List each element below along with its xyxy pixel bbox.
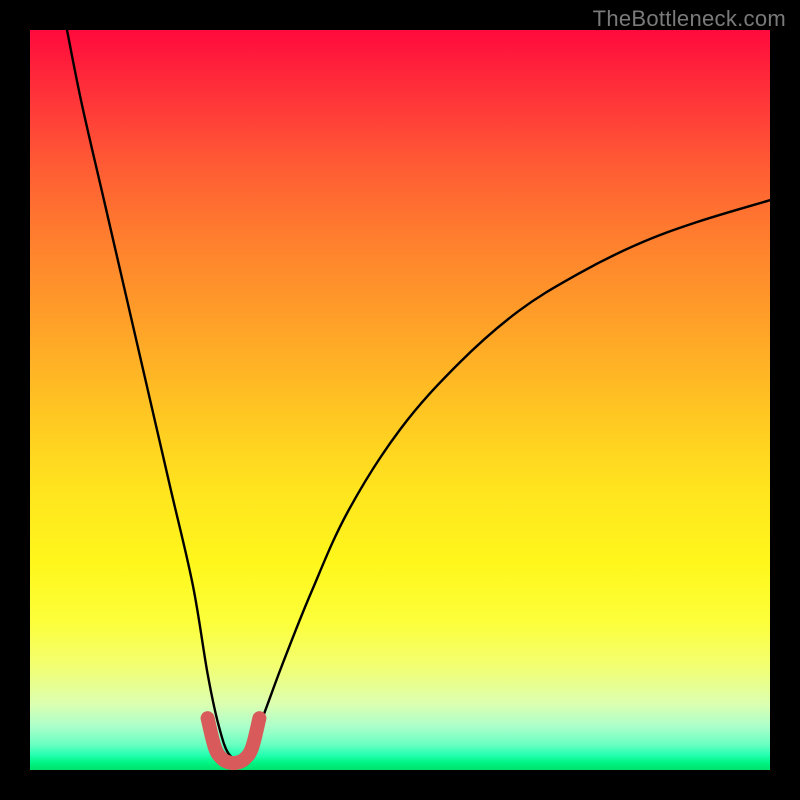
bottleneck-curve <box>67 30 770 759</box>
valley-highlight <box>208 718 260 763</box>
plot-area <box>30 30 770 770</box>
chart-frame: TheBottleneck.com <box>0 0 800 800</box>
chart-svg <box>30 30 770 770</box>
watermark-text: TheBottleneck.com <box>593 6 786 32</box>
